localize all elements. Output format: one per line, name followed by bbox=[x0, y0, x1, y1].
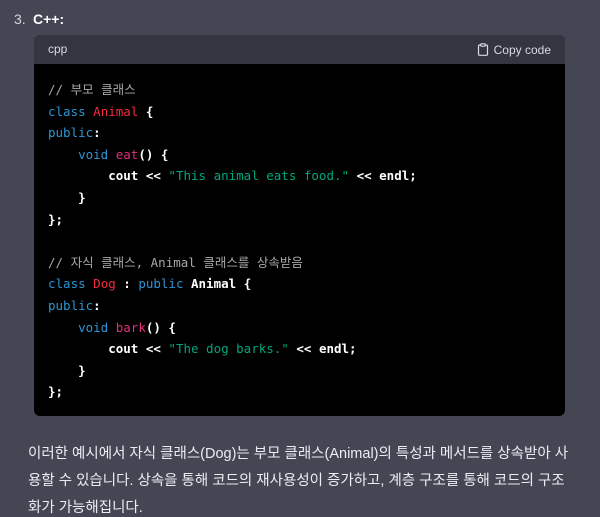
code-token-punct: : bbox=[93, 125, 101, 141]
code-token-punct: }; bbox=[48, 211, 64, 227]
code-token-punct: }; bbox=[48, 384, 64, 400]
code-token-comment: // 자식 클래스, Animal 클래스를 상속받음 bbox=[48, 254, 303, 270]
explanation-paragraph: 이러한 예시에서 자식 클래스(Dog)는 부모 클래스(Animal)의 특성… bbox=[28, 446, 569, 516]
code-token-keyword: class bbox=[48, 276, 86, 292]
code-token-comment: // 부모 클래스 bbox=[48, 82, 136, 97]
code-line: } bbox=[48, 360, 553, 382]
code-token-keyword: public bbox=[138, 276, 184, 292]
code-token-punct: { bbox=[138, 103, 154, 119]
list-item-heading: 3. C++: bbox=[0, 8, 600, 30]
code-line: public: bbox=[48, 295, 553, 317]
code-token-keyword: public bbox=[48, 125, 94, 141]
code-line: // 자식 클래스, Animal 클래스를 상속받음 bbox=[48, 252, 553, 274]
code-token-keyword: class bbox=[48, 103, 86, 119]
code-token-keyword: public bbox=[48, 297, 94, 313]
code-token-punct: : bbox=[115, 276, 139, 292]
copy-code-button[interactable]: Copy code bbox=[477, 35, 551, 64]
code-line: } bbox=[48, 187, 553, 209]
code-token-keyword: void bbox=[78, 319, 109, 335]
code-language-label: cpp bbox=[48, 42, 68, 56]
code-line: }; bbox=[48, 381, 553, 403]
code-token-func: eat bbox=[115, 146, 139, 162]
code-token-plain: Animal { bbox=[183, 276, 252, 292]
code-line: }; bbox=[48, 209, 553, 231]
code-token-plain: << endl; bbox=[288, 341, 357, 357]
code-content[interactable]: // 부모 클래스 class Animal {public: void eat(… bbox=[48, 79, 553, 403]
code-line: public: bbox=[48, 122, 553, 144]
code-token-plain: << endl; bbox=[349, 168, 417, 184]
list-title: C++: bbox=[33, 11, 65, 27]
code-line: cout << "The dog barks." << endl; bbox=[48, 338, 553, 360]
code-block-header: cpp Copy code bbox=[34, 35, 565, 64]
clipboard-icon bbox=[477, 43, 488, 56]
code-token-punct: : bbox=[93, 297, 101, 313]
code-token-keyword: void bbox=[78, 146, 109, 162]
code-line: class Dog : public Animal { bbox=[48, 273, 553, 295]
code-token-string: "The dog barks." bbox=[168, 341, 289, 357]
code-token-punct: () { bbox=[138, 146, 169, 162]
code-token-class: Animal bbox=[93, 103, 139, 119]
code-token-string: "This animal eats food." bbox=[168, 168, 350, 184]
code-token-punct: } bbox=[48, 189, 86, 205]
code-token-punct: () { bbox=[145, 319, 176, 335]
code-line: // 부모 클래스 bbox=[48, 79, 553, 101]
code-token-plain: cout << bbox=[48, 341, 169, 357]
copy-code-label: Copy code bbox=[493, 42, 551, 57]
code-block: cpp Copy code // 부모 클래스 class Animal {pub… bbox=[34, 35, 565, 416]
code-token-func: bark bbox=[115, 319, 146, 335]
code-token-plain: cout << bbox=[48, 168, 169, 184]
code-line: void eat() { bbox=[48, 144, 553, 166]
list-number: 3. bbox=[14, 11, 26, 27]
code-line: cout << "This animal eats food." << endl… bbox=[48, 165, 553, 187]
code-line: class Animal { bbox=[48, 101, 553, 123]
code-token-class: Dog bbox=[93, 276, 116, 292]
code-line: void bark() { bbox=[48, 317, 553, 339]
code-token-punct: } bbox=[48, 362, 86, 378]
